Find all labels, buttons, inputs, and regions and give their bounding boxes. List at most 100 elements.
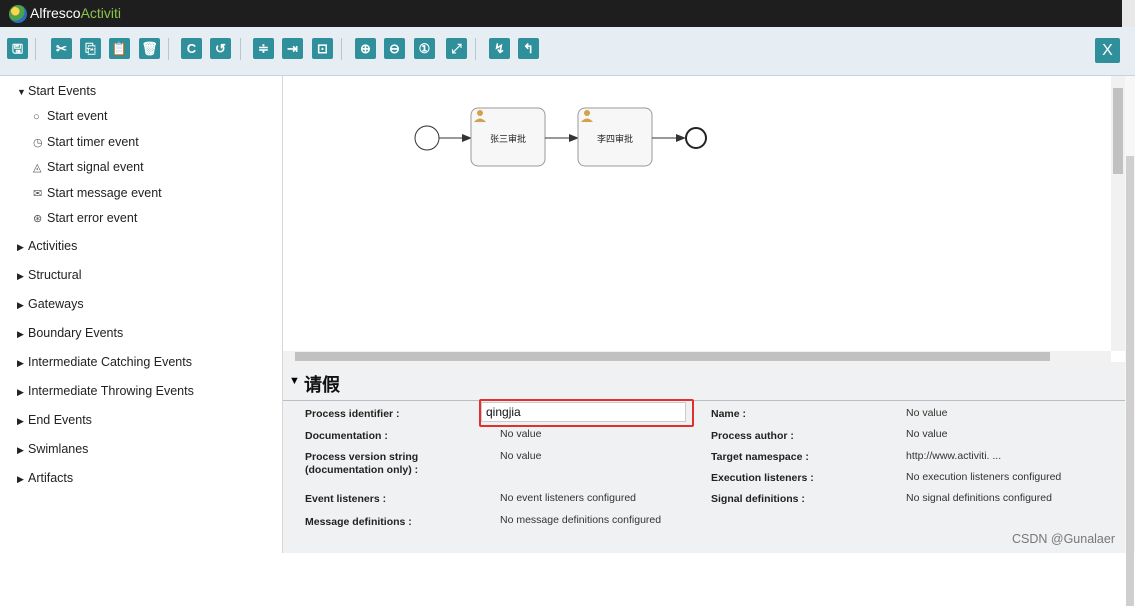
undo-button[interactable]: ↺ bbox=[210, 38, 231, 59]
documentation-label: Documentation : bbox=[305, 430, 388, 442]
palette-item-label: Start event bbox=[47, 109, 108, 123]
version-value[interactable]: No value bbox=[500, 450, 541, 462]
chevron-right-icon: ▶ bbox=[17, 242, 24, 252]
canvas-vertical-scrollbar[interactable] bbox=[1111, 76, 1125, 351]
message-icon: ✉ bbox=[33, 187, 43, 200]
redo-button[interactable]: C bbox=[181, 38, 202, 59]
bend-add-icon: ↯ bbox=[494, 41, 505, 56]
cut-icon: ✂ bbox=[56, 41, 67, 56]
group-label: Gateways bbox=[28, 297, 84, 311]
group-start-events[interactable]: ▼ Start Events bbox=[17, 84, 96, 98]
delete-button[interactable]: 🗑 bbox=[139, 38, 160, 59]
chevron-right-icon: ▶ bbox=[17, 300, 24, 310]
palette-group[interactable]: ▶ Gateways bbox=[17, 297, 84, 311]
name-label: Name : bbox=[711, 408, 747, 420]
palette-item[interactable]: ✉ Start message event bbox=[33, 186, 162, 200]
palette-group[interactable]: ▶ End Events bbox=[17, 413, 92, 427]
group-label: Structural bbox=[28, 268, 82, 282]
start-event-shape[interactable] bbox=[414, 125, 440, 151]
chevron-right-icon: ▶ bbox=[17, 445, 24, 455]
cut-button[interactable]: ✂ bbox=[51, 38, 72, 59]
group-label: Activities bbox=[28, 239, 78, 253]
palette-item[interactable]: ○ Start event bbox=[33, 109, 107, 123]
paste-button[interactable]: 📋 bbox=[109, 38, 130, 59]
properties-header[interactable]: ▼ 请假 bbox=[283, 362, 1125, 401]
palette-group[interactable]: ▶ Intermediate Catching Events bbox=[17, 355, 192, 369]
palette-item[interactable]: ◬ Start signal event bbox=[33, 160, 144, 174]
event-listeners-value[interactable]: No event listeners configured bbox=[500, 492, 636, 504]
bend-remove-button[interactable]: ↰ bbox=[518, 38, 539, 59]
toolbar-separator bbox=[35, 38, 36, 60]
copy-icon: ⎘ bbox=[85, 41, 96, 56]
chevron-right-icon: ▶ bbox=[17, 358, 24, 368]
align-vertical-icon: ⇥ bbox=[287, 41, 298, 56]
zoom-in-button[interactable]: ⊕ bbox=[355, 38, 376, 59]
documentation-value[interactable]: No value bbox=[500, 428, 541, 440]
toolbar-separator bbox=[341, 38, 342, 60]
bend-add-button[interactable]: ↯ bbox=[489, 38, 510, 59]
chevron-right-icon: ▶ bbox=[17, 387, 24, 397]
copy-button[interactable]: ⎘ bbox=[80, 38, 101, 59]
brand-first: Alfresco bbox=[30, 5, 81, 21]
canvas-horizontal-scrollbar[interactable] bbox=[283, 351, 1111, 362]
page-vertical-scrollbar[interactable] bbox=[1125, 76, 1135, 606]
palette-item-label: Start error event bbox=[47, 211, 138, 225]
palette-group[interactable]: ▶ Structural bbox=[17, 268, 82, 282]
align-horizontal-button[interactable]: ≑ bbox=[253, 38, 274, 59]
zoom-fit-button[interactable]: ⤢ bbox=[446, 38, 467, 59]
palette-group[interactable]: ▶ Activities bbox=[17, 239, 77, 253]
highlight-box bbox=[479, 399, 694, 427]
group-label: Artifacts bbox=[28, 471, 74, 485]
palette-group[interactable]: ▶ Intermediate Throwing Events bbox=[17, 384, 194, 398]
bend-remove-icon: ↰ bbox=[523, 41, 534, 56]
author-value[interactable]: No value bbox=[906, 428, 947, 440]
redo-icon: C bbox=[186, 41, 197, 56]
group-label: End Events bbox=[28, 413, 92, 427]
paste-icon: 📋 bbox=[111, 41, 128, 56]
message-definitions-value[interactable]: No message definitions configured bbox=[500, 514, 661, 526]
chevron-right-icon: ▶ bbox=[17, 329, 24, 339]
palette-item-label: Start message event bbox=[47, 185, 162, 200]
palette-group[interactable]: ▶ Artifacts bbox=[17, 471, 73, 485]
same-size-button[interactable]: ⊡ bbox=[312, 38, 333, 59]
watermark: CSDN @Gunalaer bbox=[1012, 532, 1116, 546]
execution-listeners-value[interactable]: No execution listeners configured bbox=[906, 471, 1061, 483]
zoom-actual-button[interactable]: ① bbox=[414, 38, 435, 59]
zoom-in-icon: ⊕ bbox=[360, 41, 371, 56]
palette-item[interactable]: ⊛ Start error event bbox=[33, 211, 137, 225]
scroll-thumb[interactable] bbox=[295, 352, 1050, 361]
scroll-thumb[interactable] bbox=[1113, 88, 1123, 174]
process-identifier-label: Process identifier : bbox=[305, 408, 400, 420]
save-icon: 🖫 bbox=[11, 41, 24, 56]
process-title: 请假 bbox=[304, 375, 340, 395]
palette-group[interactable]: ▶ Swimlanes bbox=[17, 442, 88, 456]
window-edge bbox=[1122, 0, 1135, 27]
name-value[interactable]: No value bbox=[906, 407, 947, 419]
properties-panel: ▼ 请假 Process identifier : qingjia Docume… bbox=[283, 362, 1125, 553]
zoom-out-button[interactable]: ⊖ bbox=[384, 38, 405, 59]
toolbar-separator bbox=[240, 38, 241, 60]
brand-second: Activiti bbox=[80, 5, 122, 21]
author-label: Process author : bbox=[711, 430, 794, 442]
palette-group[interactable]: ▶ Boundary Events bbox=[17, 326, 123, 340]
zoom-out-icon: ⊖ bbox=[389, 41, 400, 56]
execution-listeners-label: Execution listeners : bbox=[711, 472, 814, 484]
group-label: Start Events bbox=[28, 84, 97, 98]
end-event-shape[interactable] bbox=[685, 127, 707, 149]
error-icon: ⊛ bbox=[33, 213, 43, 225]
align-vertical-button[interactable]: ⇥ bbox=[282, 38, 303, 59]
task-label-zhangsan: 张三审批 bbox=[490, 133, 526, 145]
namespace-value[interactable]: http://www.activiti. ... bbox=[906, 450, 1001, 462]
toolbar-separator bbox=[168, 38, 169, 60]
signal-definitions-value[interactable]: No signal definitions configured bbox=[906, 492, 1052, 504]
shape-palette: ▼ Start Events ○ Start event ◷ Start timer e… bbox=[0, 76, 283, 553]
palette-item-label: Start signal event bbox=[47, 160, 144, 174]
zoom-fit-icon: ⤢ bbox=[451, 41, 462, 56]
palette-item[interactable]: ◷ Start timer event bbox=[33, 135, 139, 149]
close-button[interactable]: X bbox=[1095, 38, 1120, 63]
scroll-thumb[interactable] bbox=[1126, 156, 1134, 606]
start-event-icon: ○ bbox=[33, 111, 40, 123]
diagram-canvas[interactable]: 张三审批 李四审批 bbox=[283, 76, 1111, 351]
save-button[interactable]: 🖫 bbox=[7, 38, 28, 59]
title-bar: AlfrescoActiviti bbox=[0, 0, 1122, 27]
